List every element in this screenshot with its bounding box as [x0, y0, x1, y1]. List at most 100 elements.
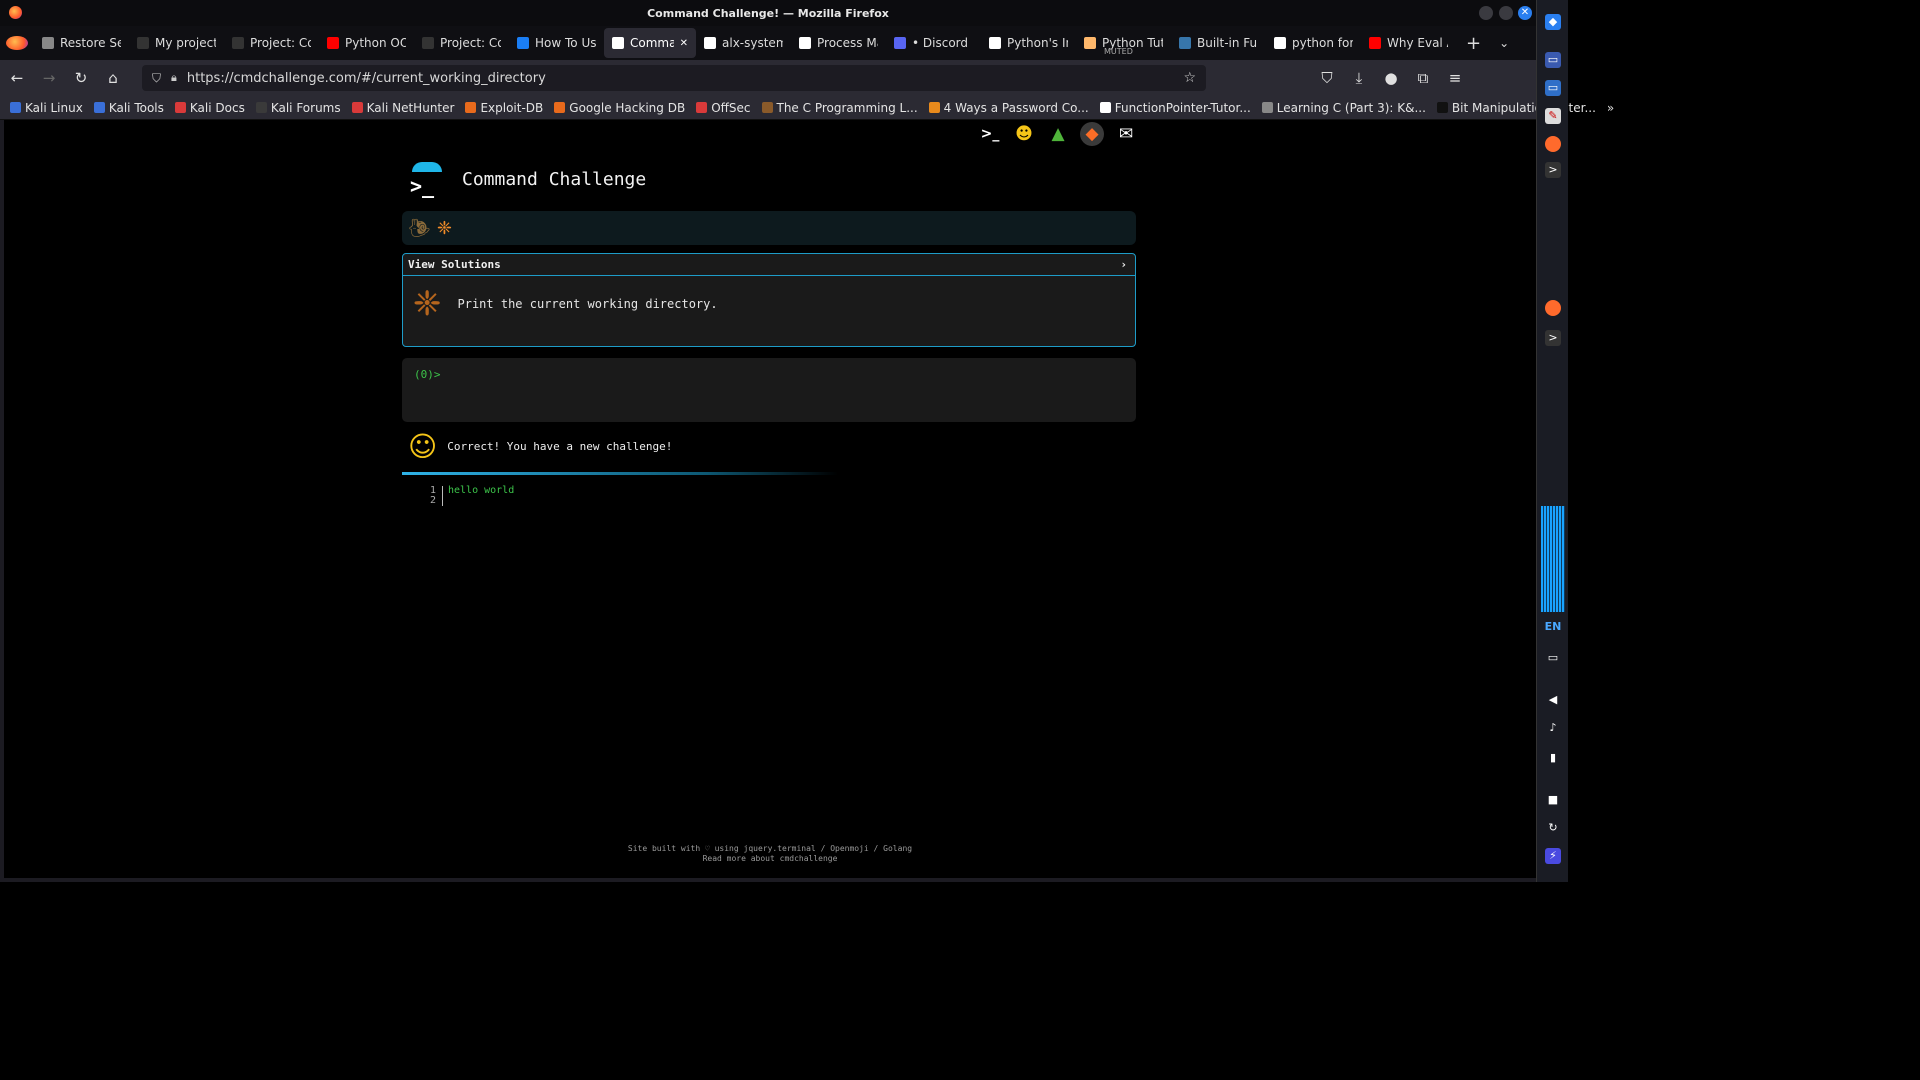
- bookmark-favicon-icon: [696, 102, 708, 113]
- tab[interactable]: How To Us: [509, 28, 604, 58]
- bookmark-item[interactable]: Kali Forums: [255, 101, 341, 115]
- maximize-button[interactable]: [1499, 6, 1513, 20]
- bookmarks-toolbar: Kali Linux Kali Tools Kali Docs Kali Forums…: [0, 96, 1614, 120]
- bookmark-item[interactable]: The C Programming L...: [761, 101, 918, 115]
- menu-icon[interactable]: ≡: [1446, 69, 1464, 87]
- gitlab-icon[interactable]: ◆: [1080, 122, 1104, 146]
- terminal-window-icon[interactable]: >: [1545, 330, 1561, 346]
- close-tab-icon[interactable]: ✕: [680, 38, 688, 49]
- keyboard-layout[interactable]: EN: [1537, 620, 1569, 633]
- volume-icon[interactable]: ◀: [1545, 692, 1561, 708]
- terminal-icon[interactable]: >_: [978, 122, 1002, 146]
- terminal-input[interactable]: (0)>: [402, 358, 1136, 422]
- tab[interactable]: Project: Co: [414, 28, 509, 58]
- tab-bar: Restore Se My projects Project: Co Python O…: [0, 26, 1536, 60]
- tab[interactable]: • Discord |: [886, 28, 981, 58]
- shield-icon[interactable]: ⛉: [152, 71, 161, 86]
- tree-icon[interactable]: ▲: [1046, 122, 1070, 146]
- nav-bar: ← → ↻ ⌂ ⛉ 🔒︎ https://cmdchallenge.com/#/…: [0, 60, 1536, 96]
- desktop-icon[interactable]: ▭: [1545, 52, 1561, 68]
- bookmark-item[interactable]: FunctionPointer-Tutor...: [1099, 100, 1251, 115]
- url-bar[interactable]: ⛉ 🔒︎ https://cmdchallenge.com/#/current_…: [142, 65, 1206, 91]
- tab[interactable]: Restore Se: [34, 28, 129, 58]
- tab[interactable]: My projects: [129, 28, 224, 58]
- firefox-icon: [9, 6, 22, 19]
- progress-status-bar: 🐌︎ ❈: [402, 211, 1136, 245]
- logout-icon[interactable]: ↻: [1545, 820, 1561, 836]
- minimize-button[interactable]: [1479, 6, 1493, 20]
- power-icon[interactable]: ⚡: [1545, 848, 1561, 864]
- info-icon: [42, 37, 54, 49]
- back-icon[interactable]: ←: [8, 69, 26, 87]
- reload-icon[interactable]: ↻: [72, 69, 90, 87]
- bookmark-item[interactable]: OffSec: [696, 101, 751, 115]
- display-icon[interactable]: ▭: [1545, 650, 1561, 666]
- bookmark-star-icon[interactable]: ☆: [1183, 70, 1196, 86]
- firefox-window-icon[interactable]: [1545, 300, 1561, 316]
- bookmark-list: Kali Linux Kali Tools Kali Docs Kali Forums…: [10, 101, 1596, 115]
- battery-icon[interactable]: ▮: [1545, 750, 1561, 766]
- lock-icon[interactable]: 🔒︎: [171, 71, 177, 85]
- bookmark-favicon-icon: [554, 102, 566, 113]
- tab[interactable]: Python Tut MUTED: [1076, 28, 1171, 58]
- bookmark-item[interactable]: Kali Tools: [93, 101, 164, 115]
- browser-window: Command Challenge! — Mozilla Firefox ✕ R…: [0, 0, 1614, 882]
- tab[interactable]: Python OO: [319, 28, 414, 58]
- download-icon[interactable]: ⤓: [1350, 69, 1368, 87]
- new-tab-button[interactable]: +: [1466, 33, 1481, 54]
- emoji-icon[interactable]: ☻: [1012, 122, 1036, 146]
- tab[interactable]: alx-system: [696, 28, 791, 58]
- view-solutions-label[interactable]: View Solutions: [408, 258, 501, 271]
- divider-progress: [402, 472, 838, 475]
- python-icon: [1179, 37, 1191, 49]
- tab-muted-label: MUTED: [1104, 47, 1133, 56]
- bookmark-label: FunctionPointer-Tutor...: [1114, 100, 1251, 115]
- pocket-icon[interactable]: ⛉: [1318, 69, 1336, 87]
- more-bookmarks-icon[interactable]: »: [1607, 101, 1614, 115]
- chevron-right-icon[interactable]: ›: [1120, 258, 1127, 271]
- bookmark-favicon-icon: [761, 102, 773, 113]
- mail-icon[interactable]: ✉: [1114, 122, 1138, 146]
- tab[interactable]: Python's In: [981, 28, 1076, 58]
- app-icon[interactable]: ◆: [1545, 14, 1561, 30]
- footer-about-link[interactable]: Read more about cmdchallenge: [4, 854, 1536, 864]
- tab[interactable]: Process Ma: [791, 28, 886, 58]
- terminal-icon[interactable]: >: [1545, 162, 1561, 178]
- bookmark-label: Kali Linux: [25, 100, 83, 115]
- forward-icon[interactable]: →: [40, 69, 58, 87]
- audio-meter: [1541, 506, 1565, 612]
- folder-icon[interactable]: ▭: [1545, 80, 1561, 96]
- tab[interactable]: Project: Co: [224, 28, 319, 58]
- bookmark-item[interactable]: 4 Ways a Password Co...: [928, 101, 1089, 115]
- url-text[interactable]: https://cmdchallenge.com/#/current_worki…: [187, 71, 1174, 86]
- tab-label: Why Eval A: [1387, 36, 1448, 50]
- extensions-icon[interactable]: ⧉: [1414, 69, 1432, 87]
- tab[interactable]: Built-in Fu: [1171, 28, 1266, 58]
- account-icon[interactable]: ●: [1382, 69, 1400, 87]
- discord-icon: [894, 37, 906, 49]
- desktop-side-panel: ◆ ▭ ▭ ✎ > > EN ▭ ◀ ♪ ▮ ■ ↻ ⚡: [1536, 0, 1568, 882]
- bookmark-item[interactable]: Learning C (Part 3): K&...: [1261, 100, 1426, 115]
- bookmark-item[interactable]: Kali NetHunter: [351, 101, 454, 115]
- bookmark-item[interactable]: Bit Manipulation: Inter...: [1436, 101, 1596, 115]
- tab[interactable]: Comman ✕: [604, 28, 696, 58]
- tab[interactable]: Why Eval A: [1361, 28, 1456, 58]
- bookmark-item[interactable]: Google Hacking DB: [554, 101, 685, 115]
- close-button[interactable]: ✕: [1518, 6, 1532, 20]
- bookmark-favicon-icon: [1436, 102, 1448, 113]
- bookmark-item[interactable]: Kali Docs: [174, 101, 245, 115]
- bookmark-item[interactable]: Kali Linux: [10, 101, 83, 115]
- home-icon[interactable]: ⌂: [104, 69, 122, 87]
- bookmark-label: Learning C (Part 3): K&...: [1276, 100, 1426, 115]
- list-all-tabs-icon[interactable]: ⌄: [1499, 36, 1509, 50]
- text-editor-icon[interactable]: ✎: [1545, 108, 1561, 124]
- view-solutions-header[interactable]: View Solutions ›: [403, 254, 1135, 276]
- notification-icon[interactable]: ♪: [1545, 720, 1561, 736]
- firefox-icon[interactable]: [1545, 136, 1561, 152]
- window-title: Command Challenge! — Mozilla Firefox: [647, 6, 889, 20]
- lock-icon[interactable]: ■: [1545, 792, 1561, 808]
- firefox-view-icon[interactable]: [6, 36, 28, 50]
- tab[interactable]: python for: [1266, 28, 1361, 58]
- brand: >_ Command Challenge: [408, 162, 646, 198]
- bookmark-item[interactable]: Exploit-DB: [465, 101, 543, 115]
